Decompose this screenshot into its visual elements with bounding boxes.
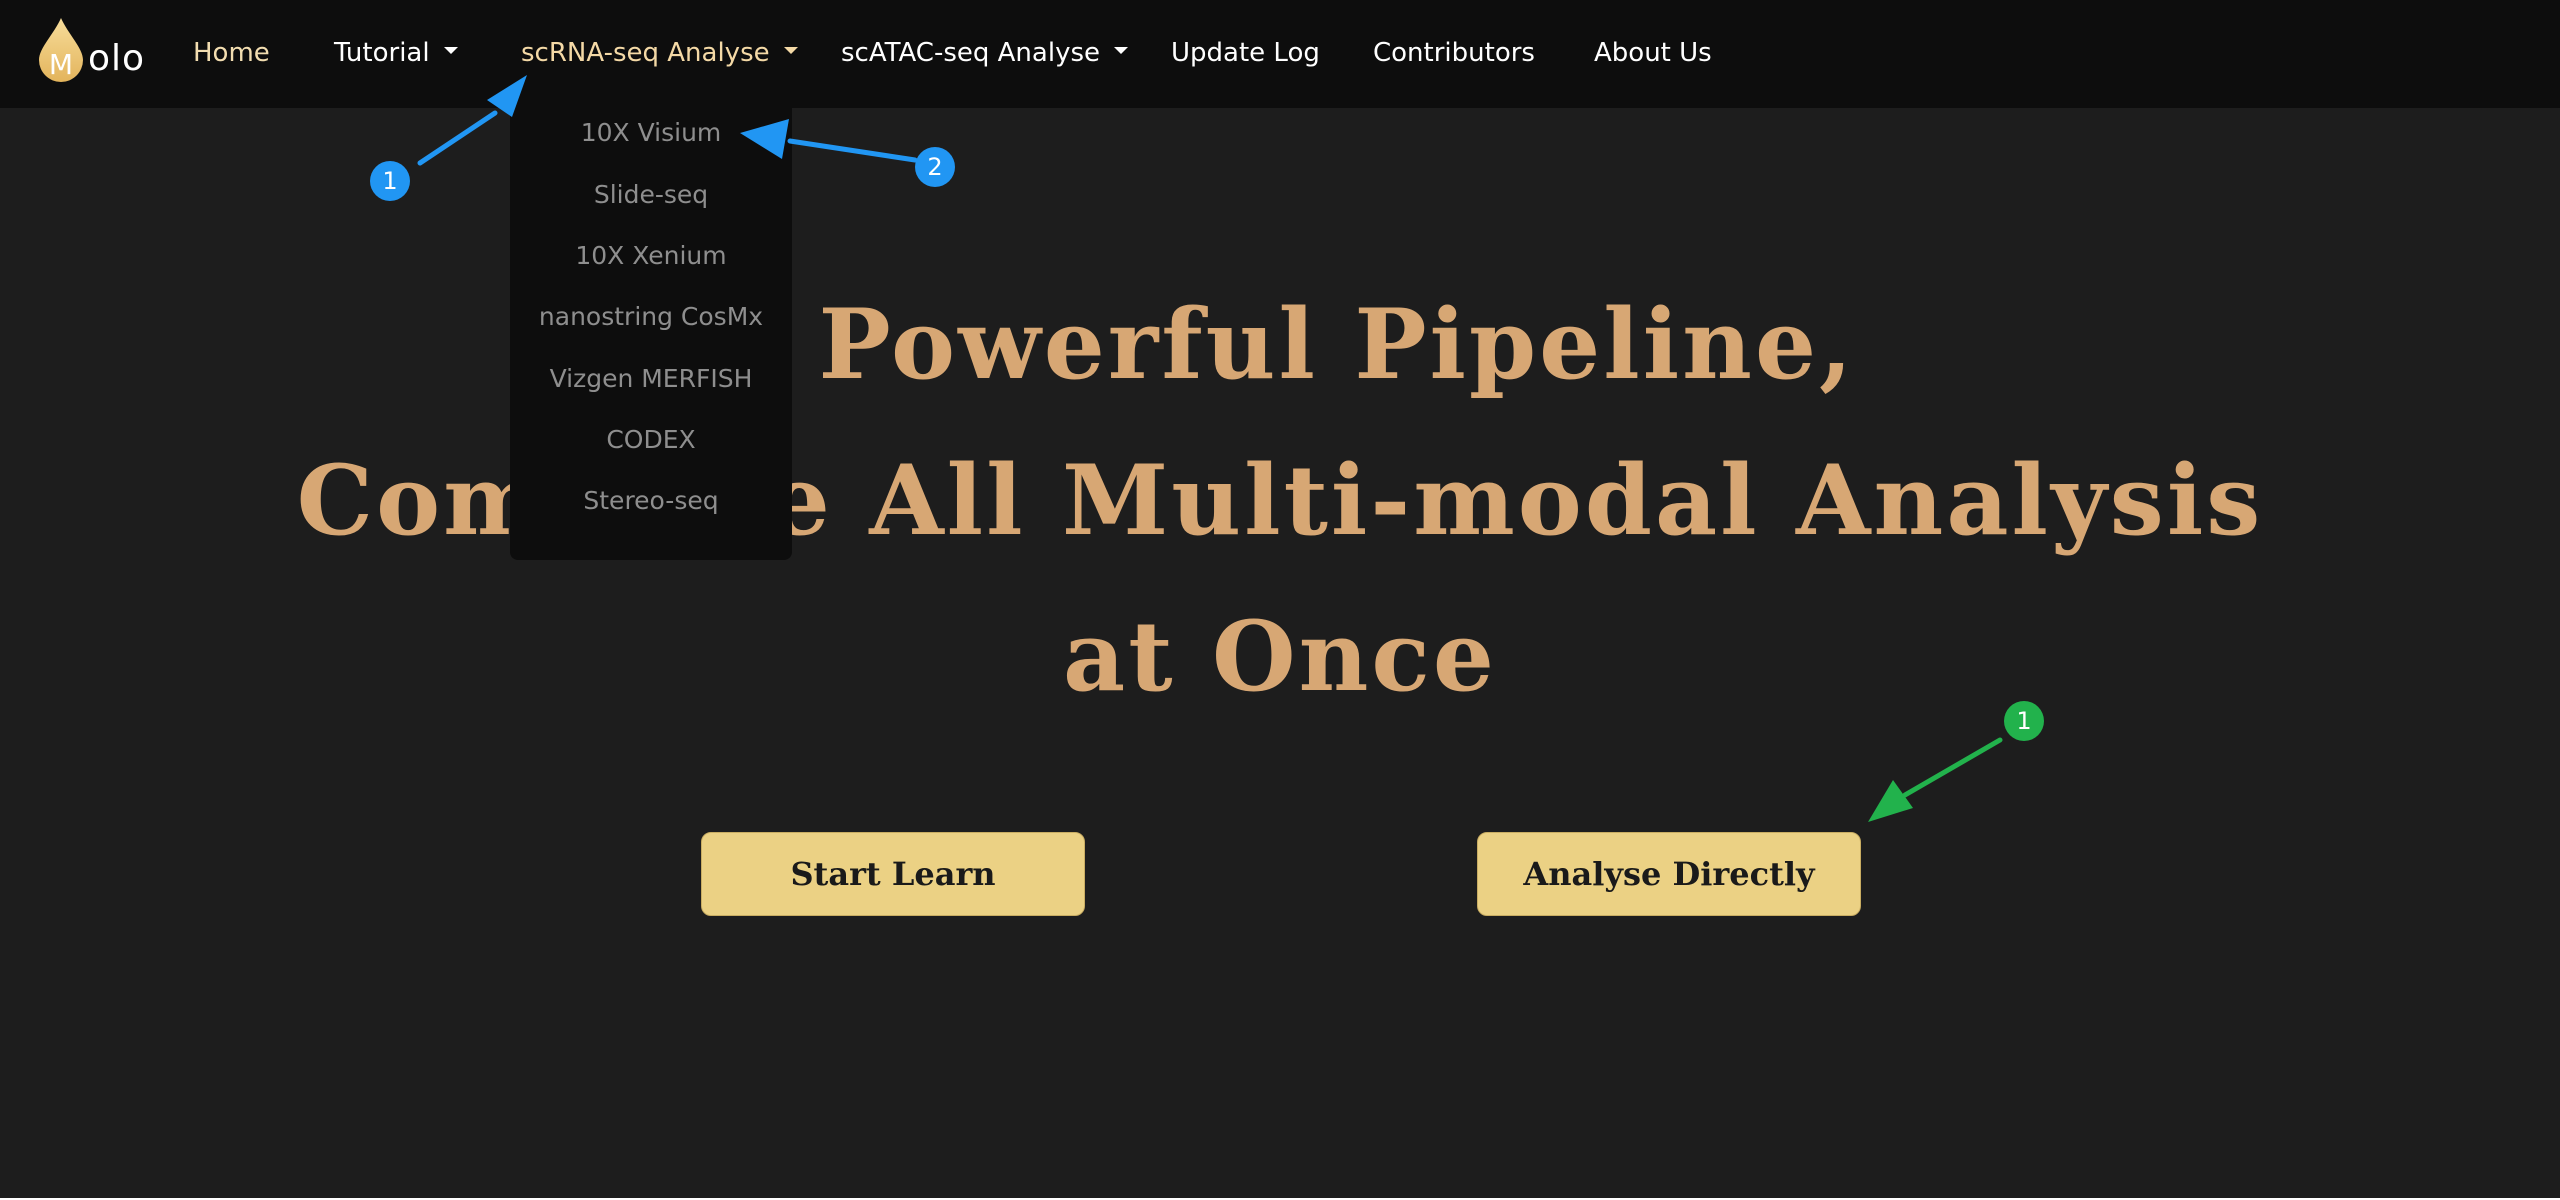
dropdown-item-10x-xenium[interactable]: 10X Xenium bbox=[510, 241, 792, 270]
nav-tutorial-label: Tutorial bbox=[334, 38, 430, 68]
dropdown-item-vizgen-merfish[interactable]: Vizgen MERFISH bbox=[510, 364, 792, 393]
nav-scrna-seq-label: scRNA-seq Analyse bbox=[521, 38, 770, 68]
start-learn-button[interactable]: Start Learn bbox=[701, 832, 1085, 916]
hero-title-line-2: Complete All Multi-modal Analysis bbox=[296, 444, 2264, 557]
logo-text: olo bbox=[88, 38, 146, 79]
hero-title-line-1: A Powerful Pipeline, bbox=[704, 288, 1856, 401]
molo-logo[interactable]: M olo bbox=[36, 16, 146, 86]
dropdown-item-slide-seq[interactable]: Slide-seq bbox=[510, 180, 792, 209]
top-navbar: M olo Home Tutorial scRNA-seq Analyse sc… bbox=[0, 0, 2560, 108]
nav-scatac-seq-label: scATAC-seq Analyse bbox=[841, 38, 1100, 68]
svg-text:M: M bbox=[49, 48, 73, 81]
caret-down-icon bbox=[1114, 47, 1128, 54]
analyse-directly-button[interactable]: Analyse Directly bbox=[1477, 832, 1861, 916]
dropdown-item-nanostring-cosmx[interactable]: nanostring CosMx bbox=[510, 302, 792, 331]
nav-scrna-seq-analyse[interactable]: scRNA-seq Analyse bbox=[521, 0, 798, 108]
nav-update-log[interactable]: Update Log bbox=[1171, 0, 1320, 108]
caret-down-icon bbox=[443, 47, 458, 54]
annotation-badge-green-1: 1 bbox=[2004, 701, 2044, 741]
droplet-logo-icon: M bbox=[39, 18, 83, 82]
caret-down-icon bbox=[783, 47, 798, 54]
annotation-badge-blue-1: 1 bbox=[370, 161, 410, 201]
hero-title-line-3: at Once bbox=[1063, 600, 1497, 713]
nav-scatac-seq-analyse[interactable]: scATAC-seq Analyse bbox=[841, 0, 1128, 108]
nav-about-us[interactable]: About Us bbox=[1594, 0, 1712, 108]
dropdown-item-stereo-seq[interactable]: Stereo-seq bbox=[510, 486, 792, 515]
annotation-badge-blue-2: 2 bbox=[915, 147, 955, 187]
dropdown-item-codex[interactable]: CODEX bbox=[510, 425, 792, 454]
dropdown-item-10x-visium[interactable]: 10X Visium bbox=[510, 118, 792, 147]
app-root: M olo Home Tutorial scRNA-seq Analyse sc… bbox=[0, 0, 2560, 1198]
nav-contributors[interactable]: Contributors bbox=[1373, 0, 1535, 108]
arrow-head-icon bbox=[1868, 780, 1913, 822]
scrna-seq-dropdown-menu: 10X Visium Slide-seq 10X Xenium nanostri… bbox=[510, 106, 792, 560]
nav-home[interactable]: Home bbox=[193, 0, 270, 108]
nav-tutorial[interactable]: Tutorial bbox=[334, 0, 458, 108]
